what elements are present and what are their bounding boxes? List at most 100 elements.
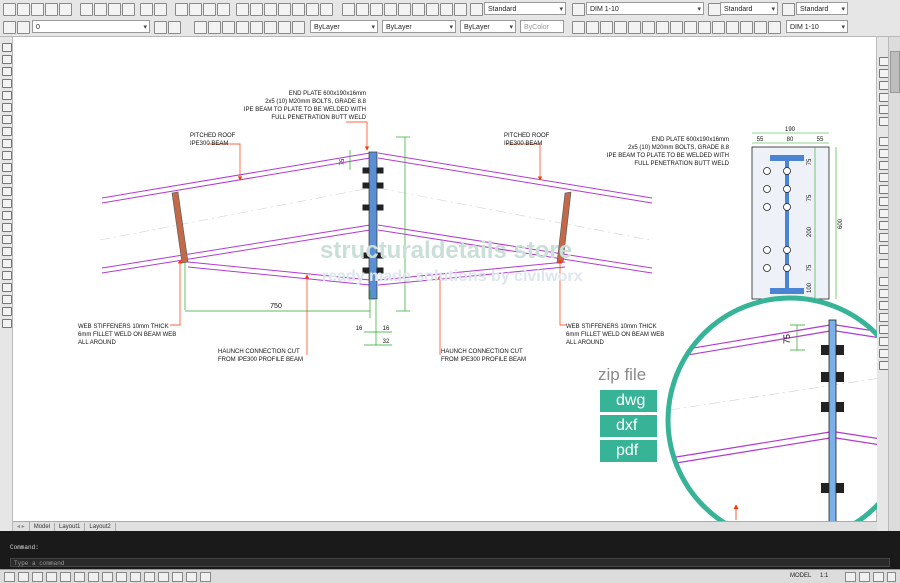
layer-manager-icon[interactable] [3,21,16,34]
dim-scale-select[interactable]: DIM 1-10 ▾ [786,20,848,33]
fullscreen-icon[interactable] [873,572,884,582]
hatch-icon[interactable] [2,211,12,220]
markup-icon[interactable] [292,3,305,16]
rectangle-icon[interactable] [2,91,12,100]
lineweight-toggle-icon[interactable] [144,572,155,582]
dim-arc-icon[interactable] [370,3,383,16]
snap-mode-icon[interactable] [32,572,43,582]
dim-diameter-icon[interactable] [412,3,425,16]
stretch-icon[interactable] [236,21,249,34]
explode-icon[interactable] [292,21,305,34]
zoom-window-icon[interactable] [203,3,216,16]
line-icon[interactable] [2,43,12,52]
zoom-realtime-icon[interactable] [189,3,202,16]
new-icon[interactable] [3,3,16,16]
undo-icon[interactable] [140,3,153,16]
dim-override-icon[interactable] [586,21,599,34]
selection-cycling-icon[interactable] [186,572,197,582]
table-style-select[interactable]: Standard ▾ [720,2,778,15]
tab-layout1[interactable]: Layout1 [55,523,86,531]
tab-model[interactable]: Model [30,523,56,531]
mirror-icon[interactable] [2,319,12,328]
ellipse-icon[interactable] [2,151,12,160]
preview-icon[interactable] [59,3,72,16]
redo-icon[interactable] [154,3,167,16]
design-center-icon[interactable] [250,3,263,16]
rotate-icon[interactable] [208,21,221,34]
tolerance-icon[interactable] [628,21,641,34]
lineweight-select[interactable]: ByLayer ▾ [460,20,516,33]
command-input[interactable]: Type a command [10,558,890,567]
point-icon[interactable] [2,199,12,208]
polar-icon[interactable] [74,572,85,582]
match-icon[interactable] [122,3,135,16]
dim-style-manager-icon[interactable] [768,21,781,34]
dim-edit-icon[interactable] [600,21,613,34]
calculator-icon[interactable] [306,3,319,16]
dim-reassociate-icon[interactable] [754,21,767,34]
ellipse-arc-icon[interactable] [2,163,12,172]
mleader-style-icon[interactable] [782,3,795,16]
help-icon[interactable] [320,3,333,16]
ducs-icon[interactable] [116,572,127,582]
vertical-scrollbar[interactable] [888,37,900,531]
annotation-monitor-icon[interactable] [200,572,211,582]
region-icon[interactable] [2,235,12,244]
insert-block-icon[interactable] [2,175,12,184]
make-current-icon[interactable] [154,21,167,34]
construction-line-icon[interactable] [2,55,12,64]
text-style-icon[interactable] [470,3,483,16]
layer-previous-icon[interactable] [168,21,181,34]
sheet-set-icon[interactable] [278,3,291,16]
mleader-style-select[interactable]: Standard ▾ [796,2,848,15]
revision-cloud-icon[interactable] [2,127,12,136]
add-selected-icon[interactable] [2,283,12,292]
tab-nav-arrows[interactable]: ◂ ▸ [13,522,30,531]
move-icon[interactable] [194,21,207,34]
dyn-icon[interactable] [130,572,141,582]
erase-icon[interactable] [2,295,12,304]
gradient-icon[interactable] [2,223,12,232]
dim-baseline-icon[interactable] [440,3,453,16]
osnap-icon[interactable] [88,572,99,582]
jogged-line-icon[interactable] [712,21,725,34]
plotstyle-select[interactable]: ByColor [520,20,564,33]
drawing-canvas[interactable]: 750 16 16 32 75 END PLATE 600x190x16mm 2… [13,37,877,521]
text-a-icon[interactable] [2,271,12,280]
lock-icon[interactable] [859,572,870,582]
dim-ordinate-icon[interactable] [384,3,397,16]
tool-palettes-icon[interactable] [264,3,277,16]
dim-style-select[interactable]: DIM 1-10 ▾ [586,2,704,15]
linetype-select[interactable]: ByLayer ▾ [382,20,456,33]
zoom-previous-icon[interactable] [217,3,230,16]
open-icon[interactable] [17,3,30,16]
pan-icon[interactable] [175,3,188,16]
copy-icon[interactable] [94,3,107,16]
quick-dim-icon[interactable] [656,21,669,34]
coordinates-icon[interactable] [4,572,15,582]
dim-continue-icon[interactable] [454,3,467,16]
text-style-select[interactable]: Standard ▾ [484,2,566,15]
workspace-icon[interactable] [845,572,856,582]
oblique-icon[interactable] [726,21,739,34]
dim-update-icon[interactable] [572,21,585,34]
extend-icon[interactable] [264,21,277,34]
tab-layout2[interactable]: Layout2 [85,523,116,531]
dim-radius-icon[interactable] [398,3,411,16]
plot-icon[interactable] [45,3,58,16]
color-select[interactable]: ByLayer ▾ [310,20,378,33]
polygon-icon[interactable] [2,79,12,88]
layer-select[interactable]: 0 ▾ [32,20,150,33]
grid-icon[interactable] [46,572,57,582]
dim-space-icon[interactable] [670,21,683,34]
cut-icon[interactable] [80,3,93,16]
mtext-icon[interactable] [2,259,12,268]
make-block-icon[interactable] [2,187,12,196]
infer-icon[interactable] [18,572,29,582]
customize-icon[interactable] [887,572,896,582]
quick-properties-icon[interactable] [172,572,183,582]
model-space-label[interactable]: MODEL [790,573,811,579]
fillet-icon[interactable] [278,21,291,34]
scale-icon[interactable] [222,21,235,34]
polyline-icon[interactable] [2,67,12,76]
